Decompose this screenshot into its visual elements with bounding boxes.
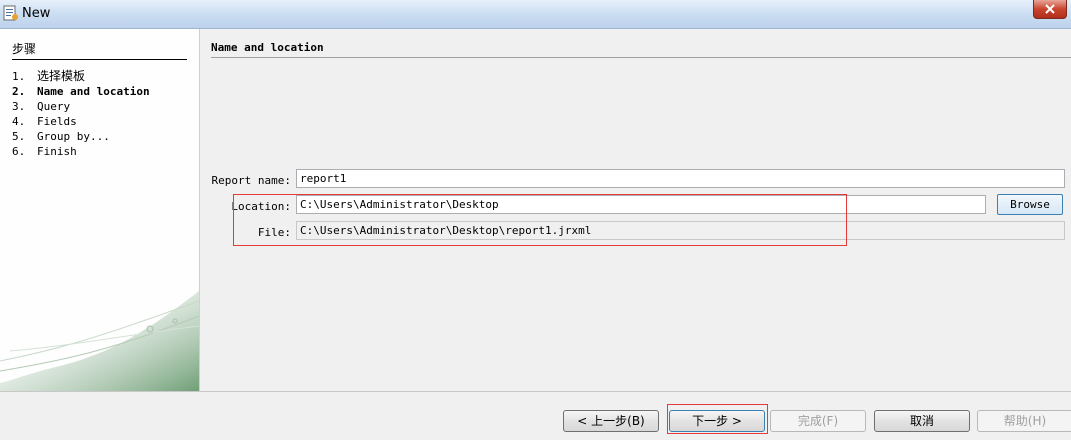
- step-number: 4.: [12, 115, 26, 128]
- wizard-button-bar: < 上一步(B) 下一步 > 完成(F) 取消 帮助(H): [0, 391, 1071, 440]
- step-label: Finish: [37, 145, 77, 158]
- content-panel: Name and location Report name: Location:…: [200, 29, 1071, 391]
- close-button[interactable]: [1033, 0, 1067, 19]
- step-item-template: 1. 选择模板: [12, 69, 150, 84]
- step-item-group-by: 5. Group by...: [12, 129, 150, 144]
- close-icon: [1045, 4, 1055, 14]
- step-number: 1.: [12, 70, 26, 83]
- window-title: New: [22, 6, 51, 21]
- finish-button[interactable]: 完成(F): [770, 410, 866, 432]
- next-highlight-box: [667, 404, 768, 434]
- section-title: Name and location: [211, 41, 1071, 58]
- step-item-fields: 4. Fields: [12, 114, 150, 129]
- location-highlight-box: [233, 194, 847, 246]
- step-number: 5.: [12, 130, 26, 143]
- step-item-name-location: 2. Name and location: [12, 84, 150, 99]
- step-label: 选择模板: [37, 69, 86, 83]
- step-item-query: 3. Query: [12, 99, 150, 114]
- report-name-label: Report name:: [211, 174, 291, 187]
- steps-pane: 步骤 1. 选择模板 2. Name and location 3. Query 4.…: [0, 29, 200, 391]
- step-label: Group by...: [37, 130, 110, 143]
- step-list: 1. 选择模板 2. Name and location 3. Query 4. Fie…: [12, 69, 150, 159]
- step-label: Fields: [37, 115, 77, 128]
- step-number: 2.: [12, 85, 26, 98]
- step-item-finish: 6. Finish: [12, 144, 150, 159]
- browse-button[interactable]: Browse: [997, 194, 1063, 215]
- step-label: Query: [37, 100, 71, 113]
- app-icon: [3, 5, 18, 21]
- title-bar: New: [0, 0, 1071, 29]
- back-button[interactable]: < 上一步(B): [563, 410, 659, 432]
- help-button[interactable]: 帮助(H): [977, 410, 1071, 432]
- step-number: 3.: [12, 100, 26, 113]
- steps-header: 步骤: [12, 40, 187, 60]
- step-number: 6.: [12, 145, 26, 158]
- report-name-input[interactable]: [296, 169, 1065, 188]
- decorative-wave-graphic: [0, 291, 199, 391]
- cancel-button[interactable]: 取消: [874, 410, 970, 432]
- step-label: Name and location: [37, 85, 150, 98]
